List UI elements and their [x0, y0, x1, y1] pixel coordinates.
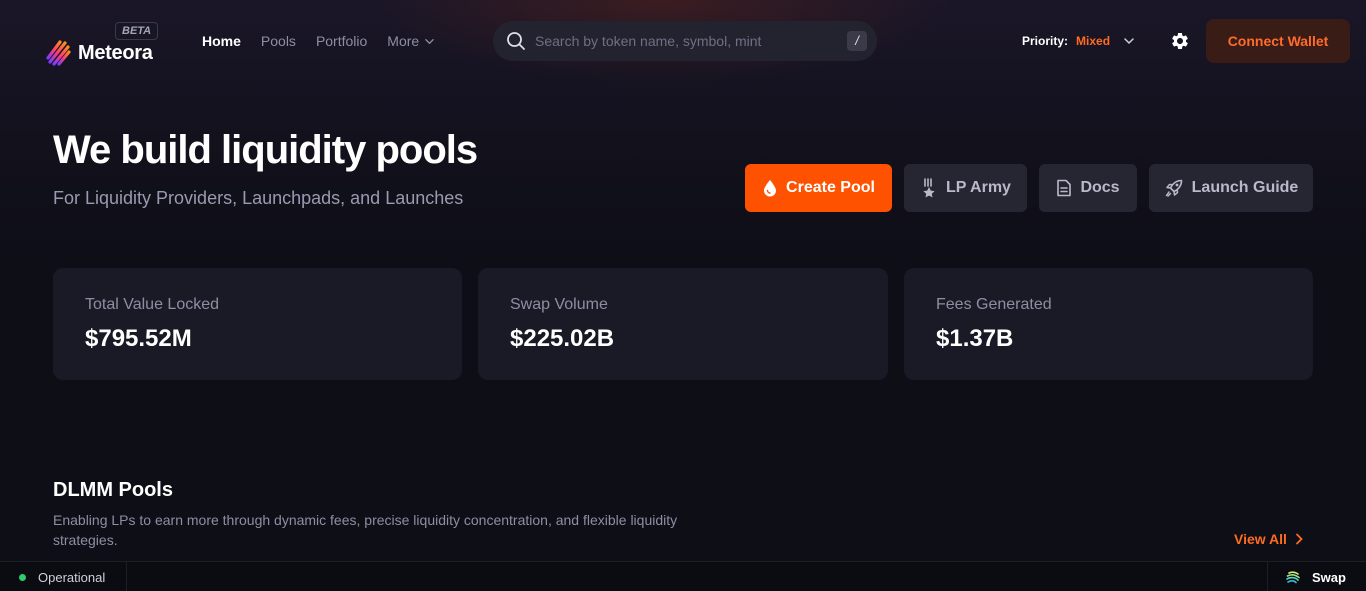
stat-label: Fees Generated — [936, 296, 1052, 313]
gear-icon[interactable] — [1170, 31, 1190, 51]
droplet-icon — [764, 180, 777, 197]
section-title: DLMM Pools — [53, 479, 173, 501]
status-bar: Operational Swap — [0, 561, 1366, 591]
launch-guide-label: Launch Guide — [1191, 179, 1299, 196]
lp-army-button[interactable]: LP Army — [904, 164, 1027, 212]
priority-selector[interactable]: Priority: Mixed — [1022, 32, 1134, 50]
main-nav: Home Pools Portfolio More — [202, 32, 454, 50]
status-dot-icon — [19, 573, 26, 581]
document-icon — [1057, 179, 1072, 197]
nav-more[interactable]: More — [387, 32, 434, 50]
page-title: We build liquidity pools — [53, 128, 478, 172]
section-description: Enabling LPs to earn more through dynami… — [53, 512, 678, 548]
chevron-down-icon — [425, 38, 434, 44]
create-pool-button[interactable]: Create Pool — [745, 164, 892, 212]
search-input[interactable] — [535, 21, 835, 61]
medal-icon — [923, 178, 935, 198]
logo[interactable]: Meteora BETA — [46, 22, 166, 66]
search-icon — [507, 32, 525, 50]
view-all-link[interactable]: View All — [1234, 530, 1303, 548]
stat-card-swap-volume: Swap Volume $225.02B — [478, 268, 888, 380]
system-status[interactable]: Operational — [0, 562, 127, 591]
chevron-down-icon — [1124, 38, 1134, 45]
logo-text: Meteora — [78, 42, 153, 64]
beta-badge: BETA — [115, 22, 159, 40]
status-text: Operational — [38, 569, 106, 585]
lp-army-label: LP Army — [946, 179, 1011, 196]
nav-more-label: More — [387, 33, 420, 49]
priority-value: Mixed — [1076, 34, 1111, 48]
jupiter-swap-icon — [1286, 571, 1300, 584]
stat-card-tvl: Total Value Locked $795.52M — [53, 268, 462, 380]
meteora-logo-icon — [46, 40, 71, 66]
stat-value: $1.37B — [936, 325, 1014, 352]
docs-button[interactable]: Docs — [1039, 164, 1137, 212]
chevron-right-icon — [1296, 533, 1303, 545]
stat-value: $225.02B — [510, 325, 615, 352]
stat-label: Swap Volume — [510, 296, 608, 313]
top-navbar: Meteora BETA Home Pools Portfolio More /… — [0, 0, 1366, 82]
page-subtitle: For Liquidity Providers, Launchpads, and… — [53, 188, 464, 208]
nav-home[interactable]: Home — [202, 32, 241, 50]
connect-wallet-button[interactable]: Connect Wallet — [1206, 19, 1350, 63]
nav-pools[interactable]: Pools — [261, 32, 296, 50]
launch-guide-button[interactable]: Launch Guide — [1149, 164, 1313, 212]
search-bar[interactable]: / — [493, 21, 877, 61]
search-shortcut-key: / — [847, 31, 867, 51]
view-all-label: View All — [1234, 531, 1287, 547]
priority-label: Priority: — [1022, 34, 1069, 48]
stat-card-fees: Fees Generated $1.37B — [904, 268, 1313, 380]
rocket-icon — [1165, 179, 1182, 197]
create-pool-label: Create Pool — [786, 179, 875, 196]
swap-button[interactable]: Swap — [1267, 562, 1366, 591]
nav-portfolio[interactable]: Portfolio — [316, 32, 367, 50]
stat-value: $795.52M — [85, 325, 192, 352]
swap-label: Swap — [1312, 569, 1346, 585]
docs-label: Docs — [1080, 179, 1120, 196]
stat-label: Total Value Locked — [85, 296, 220, 313]
